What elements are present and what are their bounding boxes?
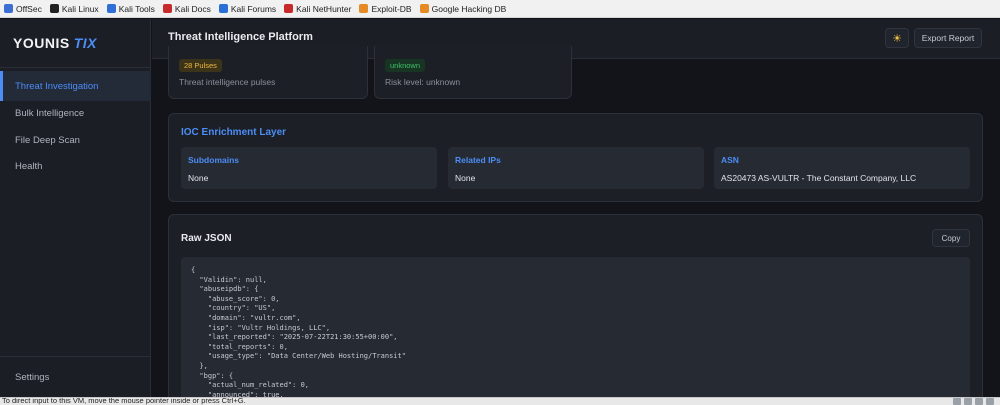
sidebar-item-bulk-intelligence[interactable]: Bulk Intelligence [0,98,151,128]
raw-json-content: { "Validin": null, "abuseipdb": { "abuse… [191,266,406,399]
ioc-enrichment-card: IOC Enrichment Layer Subdomains None Rel… [168,113,983,202]
bookmark-kali-tools[interactable]: Kali Tools [106,4,155,14]
sidebar-item-settings[interactable]: Settings [0,362,151,392]
asn-label: ASN [721,155,739,165]
vm-device-icons [953,398,994,405]
bookmark-google-hacking-db[interactable]: Google Hacking DB [419,4,506,14]
vm-status-bar: To direct input to this VM, move the mou… [0,397,1000,405]
vm-hint-text: To direct input to this VM, move the mou… [2,397,246,405]
app-logo[interactable]: YOUNIS TIX [13,35,97,51]
related-ips-label: Related IPs [455,155,501,165]
sidebar-divider-bottom [0,356,151,357]
pulses-badge: 28 Pulses [179,59,222,72]
bookmark-kali-docs[interactable]: Kali Docs [162,4,211,14]
bookmark-offsec[interactable]: OffSec [4,4,42,14]
ioc-section-title: IOC Enrichment Layer [181,127,287,138]
kali-docs-icon [162,4,172,13]
nethunter-icon [284,4,294,13]
risk-card: unknown Risk level: unknown [374,46,572,99]
subdomains-panel: Subdomains None [181,147,437,189]
vm-usb-icon[interactable] [975,398,983,405]
bookmark-kali-forums[interactable]: Kali Forums [218,4,276,14]
sidebar-item-threat-investigation[interactable]: Threat Investigation [0,71,151,101]
ghdb-icon [419,4,429,13]
subdomains-label: Subdomains [188,155,240,165]
sidebar: YOUNIS TIX Threat Investigation Bulk Inte… [0,19,151,405]
raw-json-title: Raw JSON [181,233,232,244]
vm-disk-icon[interactable] [953,398,961,405]
raw-json-card: Raw JSON Copy { "Validin": null, "abusei… [168,214,983,405]
bookmark-kali-nethunter[interactable]: Kali NetHunter [284,4,351,14]
vm-network-icon[interactable] [964,398,972,405]
page-title: Threat Intelligence Platform [168,31,313,43]
kali-dragon-icon [49,4,59,13]
risk-badge: unknown [385,59,426,72]
theme-toggle-button[interactable]: ☀ [885,28,909,48]
sun-icon: ☀ [892,32,902,45]
raw-json-viewer[interactable]: { "Validin": null, "abuseipdb": { "abuse… [181,257,970,402]
vm-sound-icon[interactable] [986,398,994,405]
related-ips-value: None [455,173,476,183]
copy-button[interactable]: Copy [932,229,970,247]
kali-forums-icon [218,4,228,13]
asn-panel: ASN AS20473 AS-VULTR - The Constant Comp… [714,147,970,189]
subdomains-value: None [188,173,209,183]
offsec-icon [4,4,13,13]
bookmarks-bar: OffSec Kali Linux Kali Tools Kali Docs K… [0,0,1000,18]
pulses-caption: Threat intelligence pulses [179,77,276,87]
asn-value: AS20473 AS-VULTR - The Constant Company,… [721,173,917,183]
related-ips-panel: Related IPs None [448,147,704,189]
bookmark-exploit-db[interactable]: Exploit-DB [359,4,412,14]
export-report-button[interactable]: Export Report [914,28,982,48]
kali-tools-icon [106,4,116,13]
pulses-card: 28 Pulses Threat intelligence pulses [168,46,368,99]
exploitdb-icon [359,4,369,13]
bookmark-kali-linux[interactable]: Kali Linux [49,4,99,14]
sidebar-divider [0,67,151,68]
sidebar-item-health[interactable]: Health [0,151,151,181]
risk-caption: Risk level: unknown [385,77,461,87]
